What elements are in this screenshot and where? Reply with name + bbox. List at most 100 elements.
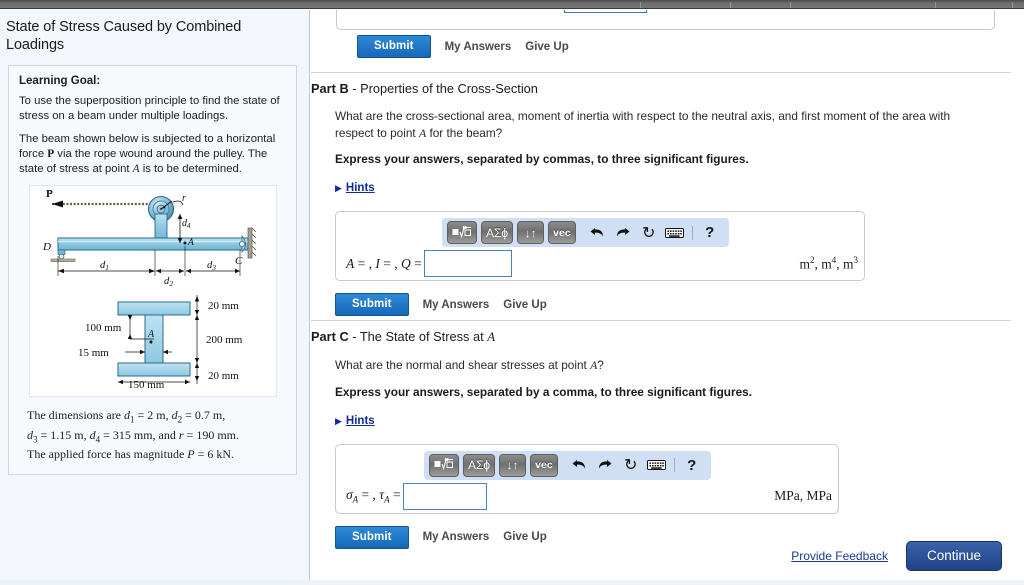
beam-figure: P r D C A d4 d1 d2 d3 20 mm 200 mm 20 mm…	[28, 185, 277, 398]
reset-icon[interactable]: ↻	[620, 454, 642, 476]
unit-m-2: , m	[814, 256, 832, 272]
label-eq2: =	[389, 487, 401, 503]
dims-r-val: = 190 mm.	[183, 427, 239, 442]
give-up-link-part-a[interactable]: Give Up	[525, 41, 568, 53]
help-icon[interactable]: ?	[699, 222, 721, 244]
learning-goal-paragraph-1: To use the superposition principle to fi…	[19, 95, 280, 123]
submit-button-part-a[interactable]: Submit	[357, 35, 431, 58]
dims-intro: The dimensions are	[27, 408, 124, 423]
label-P: P	[46, 188, 53, 200]
help-icon[interactable]: ?	[681, 454, 703, 476]
part-b-name: Properties of the Cross-Section	[360, 81, 538, 96]
part-b-title: Part B - Properties of the Cross-Section	[311, 81, 1011, 96]
arrows-updown-icon[interactable]: ↓↑	[517, 221, 545, 245]
label-A-var: A	[346, 255, 355, 271]
label-Q-var: Q	[401, 255, 411, 271]
my-answers-link-part-b[interactable]: My Answers	[423, 299, 490, 311]
reset-icon[interactable]: ↻	[638, 222, 660, 244]
give-up-link-part-b[interactable]: Give Up	[503, 299, 546, 311]
part-c-answer-panel: ΑΣϕ ↓↑ vec ↻ ? σA = , τA = MPa, MPa	[335, 443, 839, 514]
dim-web-partial: 100 mm	[85, 322, 122, 334]
template-icon[interactable]	[447, 221, 477, 245]
part-b-question-b: for the beam?	[426, 125, 503, 140]
part-c-answer-row: σA = , τA = MPa, MPa	[346, 482, 832, 510]
part-c-hints-link[interactable]: Hints	[346, 415, 375, 427]
dim-web-thickness: 15 mm	[78, 347, 109, 359]
dims-d2-val: = 0.7 m,	[182, 408, 226, 423]
part-c-answer-label: σA = , τA =	[346, 487, 401, 505]
learning-goal-paragraph-2: The beam shown below is subjected to a h…	[19, 132, 286, 177]
part-b-answer-panel: ΑΣϕ ↓↑ vec ↻ ? A = , I = , Q = m2, m4, m…	[335, 211, 865, 282]
label-sigma: σ	[346, 487, 353, 503]
part-b-dash: -	[348, 81, 361, 96]
part-b-math-toolbar: ΑΣϕ ↓↑ vec ↻ ?	[442, 218, 729, 248]
previous-answer-input-cutoff[interactable]	[564, 10, 647, 13]
unit-m-1: m	[799, 256, 810, 272]
continue-button[interactable]: Continue	[905, 541, 1002, 571]
part-b-instruction: Express your answers, separated by comma…	[335, 152, 749, 167]
dim-bottom-flange: 20 mm	[208, 370, 239, 382]
label-A-beam: A	[187, 238, 194, 248]
part-b-section: Part B - Properties of the Cross-Section…	[311, 81, 1011, 317]
submit-button-part-b[interactable]: Submit	[335, 293, 409, 317]
hints-triangle-icon: ▶	[335, 183, 342, 194]
goal-text-c: is to be determined.	[139, 163, 242, 176]
dims-P-val: = 6 kN.	[194, 447, 235, 462]
greek-symbols-icon[interactable]: ΑΣϕ	[463, 453, 496, 477]
exercise-content: Submit My Answers Give Up Part B - Prope…	[311, 10, 1024, 585]
divider-above-part-c	[311, 320, 1011, 321]
label-d3: d3	[207, 260, 216, 272]
redo-icon[interactable]	[594, 454, 616, 476]
part-c-hints-row[interactable]: ▶ Hints	[335, 411, 990, 429]
browser-chrome-strip	[0, 0, 1024, 9]
sqrt-template-icon	[452, 225, 471, 238]
label-r: r	[182, 193, 186, 204]
learning-goal-box: Learning Goal: To use the superposition …	[8, 65, 297, 475]
undo-icon[interactable]	[568, 454, 590, 476]
toolbar-divider	[673, 458, 675, 473]
point-symbol-A: A	[132, 163, 140, 176]
label-d4: d4	[182, 218, 191, 230]
vector-icon[interactable]: vec	[548, 221, 576, 245]
part-b-hints-link[interactable]: Hints	[346, 182, 375, 194]
label-C: C	[235, 255, 243, 267]
sqrt-template-icon	[434, 458, 453, 471]
page-title: State of Stress Caused by Combined Loadi…	[6, 19, 242, 54]
part-b-answer-input[interactable]	[423, 250, 512, 278]
part-c-section: Part C - The State of Stress at A What a…	[311, 329, 1011, 549]
label-eq1: = ,	[354, 255, 376, 271]
part-c-title: Part C - The State of Stress at A	[311, 329, 1011, 345]
part-c-question-b: ?	[597, 358, 604, 372]
part-c-math-toolbar: ΑΣϕ ↓↑ vec ↻ ?	[424, 450, 711, 480]
redo-icon[interactable]	[612, 222, 634, 244]
provide-feedback-link[interactable]: Provide Feedback	[791, 549, 888, 563]
part-c-units: MPa, MPa	[774, 488, 832, 504]
part-b-hints-row[interactable]: ▶ Hints	[335, 178, 990, 196]
bottom-edge-strip	[0, 580, 1024, 585]
label-d1: d1	[100, 260, 109, 272]
template-icon[interactable]	[429, 453, 459, 477]
my-answers-link-part-a[interactable]: My Answers	[445, 41, 512, 53]
label-eq1: = ,	[358, 487, 380, 503]
dims-P-sym: P	[187, 447, 195, 462]
dims-d1-val: = 2 m,	[134, 408, 172, 423]
vector-icon[interactable]: vec	[530, 453, 558, 477]
keyboard-icon[interactable]	[664, 222, 686, 244]
beam-figure-svg: P r D C A d4 d1 d2 d3 20 mm 200 mm 20 mm…	[42, 188, 256, 391]
previous-answer-panel-cutoff	[336, 10, 995, 30]
part-c-name-var: A	[487, 330, 496, 344]
label-d2: d2	[164, 276, 173, 288]
keyboard-icon[interactable]	[646, 454, 668, 476]
greek-symbols-icon[interactable]: ΑΣϕ	[481, 221, 514, 245]
part-b-actions: Submit My Answers Give Up	[335, 293, 1011, 317]
undo-icon[interactable]	[586, 222, 608, 244]
unit-sup-3: 3	[853, 254, 859, 265]
learning-goal-heading: Learning Goal:	[19, 75, 101, 88]
dims-force-intro: The applied force has magnitude	[27, 447, 188, 462]
part-c-answer-input[interactable]	[402, 482, 487, 510]
arrows-updown-icon[interactable]: ↓↑	[499, 453, 527, 477]
part-b-answer-row: A = , I = , Q = m2, m4, m3	[346, 250, 858, 278]
part-b-units: m2, m4, m3	[799, 255, 858, 273]
problem-sidebar: State of Stress Caused by Combined Loadi…	[0, 10, 310, 585]
dim-web-total: 200 mm	[206, 334, 243, 346]
